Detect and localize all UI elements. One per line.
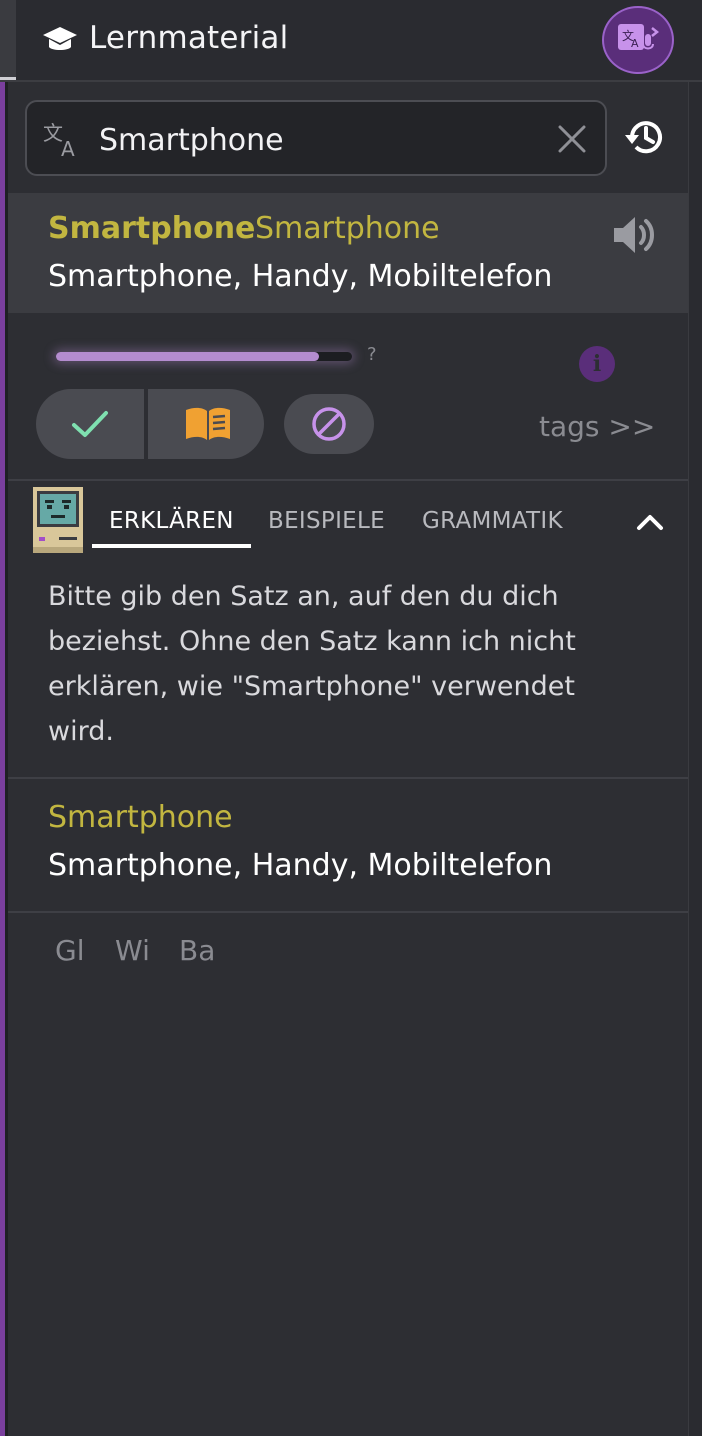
- dictionary-result[interactable]: Smartphone Smartphone Smartphone, Handy,…: [8, 193, 688, 313]
- active-tab-indicator: [92, 544, 251, 548]
- info-icon[interactable]: i: [579, 346, 615, 382]
- external-link-wi[interactable]: Wi: [115, 934, 150, 967]
- retro-computer-avatar: [33, 487, 83, 553]
- open-book-icon: [186, 407, 230, 440]
- history-icon[interactable]: [622, 114, 668, 160]
- external-link-ba[interactable]: Ba: [179, 934, 215, 967]
- page-title: Lernmaterial: [89, 20, 289, 56]
- graduation-cap-icon: [43, 27, 77, 50]
- svg-text:文: 文: [43, 121, 63, 145]
- dictionary-entry-word[interactable]: Smartphone: [48, 800, 233, 835]
- mark-known-button[interactable]: [36, 389, 148, 459]
- tab-examples[interactable]: BEISPIELE: [268, 508, 385, 534]
- chevron-up-icon[interactable]: [634, 508, 666, 536]
- block-icon: [312, 407, 346, 441]
- translate-mode-button[interactable]: 文 A: [602, 6, 674, 74]
- external-link-gl[interactable]: Gl: [55, 934, 84, 967]
- search-box: 文 A: [25, 100, 607, 176]
- ai-explanation: Bitte gib den Satz an, auf den du dich b…: [48, 581, 576, 747]
- tab-grammar[interactable]: GRAMMATIK: [422, 508, 563, 534]
- svg-text:A: A: [61, 137, 75, 160]
- result-lemma: Smartphone: [255, 211, 440, 246]
- section-divider: [8, 479, 688, 481]
- speaker-icon[interactable]: [610, 213, 658, 257]
- checkmark-icon: [72, 411, 108, 437]
- mark-learning-button[interactable]: [152, 389, 264, 459]
- sidebar-accent-bar: [0, 82, 8, 1436]
- tab-explain[interactable]: ERKLÄREN: [109, 508, 234, 534]
- status-button-group: [36, 389, 264, 459]
- panel-tab-handle[interactable]: [0, 0, 16, 80]
- progress-fill: [56, 352, 320, 361]
- panel-header: Lernmaterial 文 A: [0, 0, 702, 82]
- progress-help[interactable]: ?: [367, 344, 377, 365]
- dictionary-entry-translation: Smartphone, Handy, Mobiltelefon: [48, 848, 553, 883]
- result-headword: Smartphone: [48, 211, 256, 246]
- section-divider: [8, 777, 688, 779]
- translate-icon: 文 A: [618, 24, 660, 50]
- search-input[interactable]: [99, 120, 539, 160]
- tags-link[interactable]: tags >>: [539, 410, 655, 443]
- close-icon[interactable]: [555, 122, 589, 156]
- translate-icon: 文 A: [43, 121, 75, 160]
- result-translation: Smartphone, Handy, Mobiltelefon: [48, 259, 553, 294]
- section-divider: [8, 911, 688, 913]
- ignore-button[interactable]: [284, 394, 374, 454]
- learning-progress-bar: [56, 352, 352, 361]
- scrollbar-track[interactable]: [688, 82, 702, 1436]
- svg-text:A: A: [631, 37, 639, 50]
